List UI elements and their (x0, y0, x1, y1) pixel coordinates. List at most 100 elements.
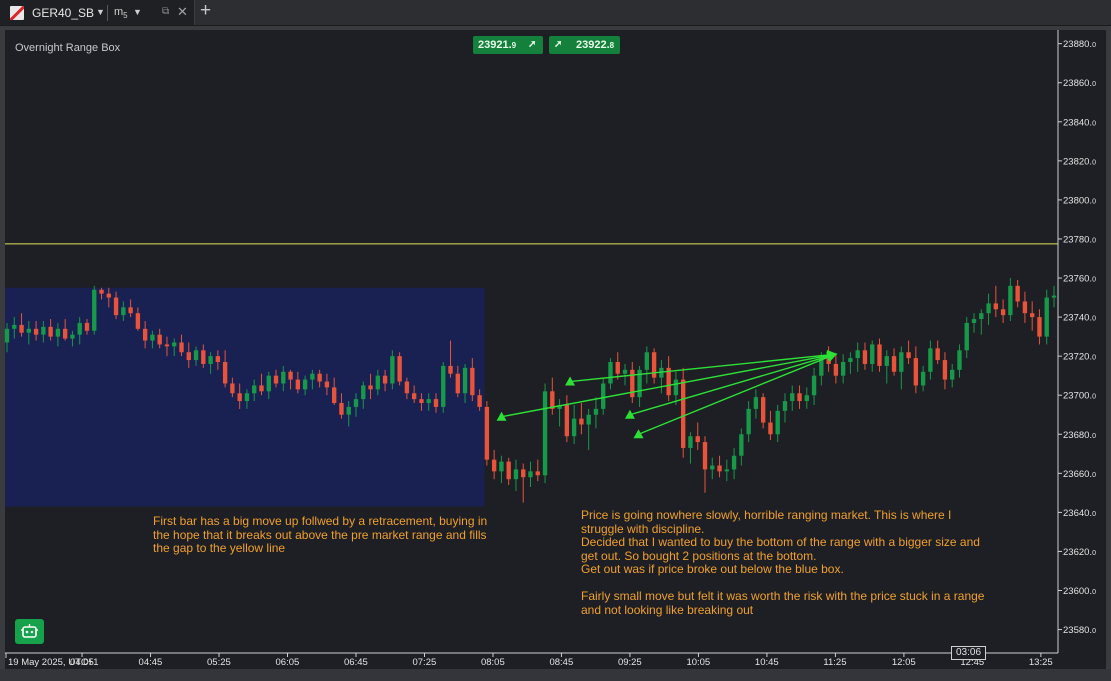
automate-robot-button[interactable] (15, 619, 44, 644)
candle-bull (281, 371, 286, 384)
candle-bull (775, 410, 780, 435)
annotation-line: struggle with discipline. (581, 521, 705, 536)
price-tick-label: 23640.0 (1063, 508, 1096, 519)
candle-bull (870, 344, 875, 364)
bottom-scroll-bar[interactable] (0, 669, 1111, 681)
ask-price-main: 23922. (576, 39, 610, 51)
time-tick-label: 06:45 (344, 657, 368, 668)
candle-bear (913, 358, 919, 386)
annotation-right: Price is going nowhere slowly, horrible … (581, 508, 984, 617)
candle-bull (4, 328, 10, 343)
candle-bear (48, 326, 53, 337)
annotation-line: Price is going nowhere slowly, horrible … (581, 508, 952, 522)
candle-bull (513, 469, 519, 480)
candle-bull (1044, 297, 1049, 337)
price-tick-label: 23780.0 (1063, 234, 1096, 245)
candle-bull (928, 348, 933, 372)
candle-bull (361, 385, 366, 400)
annotation-line: the gap to the yellow line (153, 541, 286, 555)
candle-bear (833, 363, 839, 376)
candle-bear (368, 385, 373, 390)
sell-price-button[interactable]: 23921.9 ➚ (473, 36, 543, 54)
candle-bull (644, 352, 650, 370)
price-tick-label: 23820.0 (1063, 156, 1096, 167)
candle-bull (848, 358, 853, 363)
time-tick-label: 10:45 (755, 657, 779, 668)
candle-bear (1037, 317, 1042, 337)
candle-bear (681, 379, 686, 448)
candle-bear (84, 322, 90, 331)
annotation-line: Decided that I wanted to buy the bottom … (581, 535, 980, 549)
candle-bull (252, 385, 257, 394)
candle-bear (942, 360, 948, 380)
current-time-marker[interactable]: 03:06 (951, 646, 986, 660)
candle-bull (70, 334, 75, 339)
candle-bull (375, 375, 380, 390)
candle-bear (382, 375, 388, 384)
candle-bear (186, 352, 191, 361)
candle-bear (230, 383, 235, 394)
indicator-label[interactable]: Overnight Range Box (15, 42, 120, 54)
candle-bear (259, 385, 264, 392)
candle-bear (470, 367, 475, 396)
candle-bull (986, 303, 991, 314)
candle-bear (273, 375, 279, 384)
time-tick-label: 04:05 (70, 657, 94, 668)
price-tick-label: 23660.0 (1063, 469, 1096, 480)
time-tick-label: 12:05 (892, 657, 916, 668)
candle-bull (302, 379, 308, 390)
candle-bear (99, 289, 104, 294)
candle-bull (979, 313, 984, 320)
candle-bear (19, 324, 24, 333)
candle-bear (535, 471, 540, 476)
candle-bull (593, 408, 599, 415)
candle-bull (121, 307, 126, 316)
bid-price: 23921.9 (478, 36, 516, 55)
candle-bear (906, 352, 911, 359)
candle-bear (1015, 285, 1020, 302)
candle-bull (426, 399, 431, 404)
ask-price-decimal: 8 (609, 41, 615, 50)
time-tick-label: 09:25 (618, 657, 642, 668)
candle-bull (244, 393, 250, 402)
candle-bear (222, 362, 228, 384)
candle-bear (1022, 301, 1028, 314)
candle-bull (688, 436, 693, 448)
candle-bull (884, 356, 889, 366)
annotation-line: First bar has a big move up follwed by a… (153, 514, 488, 528)
candle-bear (506, 461, 511, 480)
annotation-line: get out. So bought 2 positions at the bo… (581, 548, 817, 563)
price-tick-label: 23580.0 (1063, 625, 1096, 636)
candle-bear (862, 350, 868, 364)
candle-bear (455, 373, 460, 394)
robot-icon (21, 624, 38, 638)
candle-bear (797, 393, 802, 402)
annotation-line: Get out was if price broke out below the… (581, 562, 844, 576)
candle-bull (462, 367, 468, 394)
candle-bear (768, 422, 773, 435)
candle-bull (790, 393, 795, 402)
buy-price-button[interactable]: ➚ 23922.8 (549, 36, 620, 54)
candle-bear (448, 365, 453, 374)
candle-bear (179, 342, 184, 353)
candle-bear (877, 344, 882, 366)
candle-bear (237, 393, 242, 402)
candle-bull (855, 350, 860, 359)
candle-bull (353, 399, 359, 407)
time-tick-label: 07:25 (412, 657, 436, 668)
candle-bear (419, 399, 424, 404)
candle-bear (702, 442, 708, 470)
time-tick-label: 05:25 (207, 657, 231, 668)
candle-bull (586, 414, 591, 425)
price-tick-label: 23600.0 (1063, 586, 1096, 597)
candle-bear (157, 334, 162, 345)
candle-bear (521, 469, 526, 478)
candle-bear (760, 397, 766, 423)
candle-bear (411, 393, 417, 400)
candle-bear (128, 307, 133, 314)
candle-bear (564, 404, 570, 437)
candle-bear (935, 348, 940, 361)
candle-bear (891, 356, 897, 372)
time-tick-label: 06:05 (276, 657, 300, 668)
price-tick-label: 23680.0 (1063, 430, 1096, 441)
